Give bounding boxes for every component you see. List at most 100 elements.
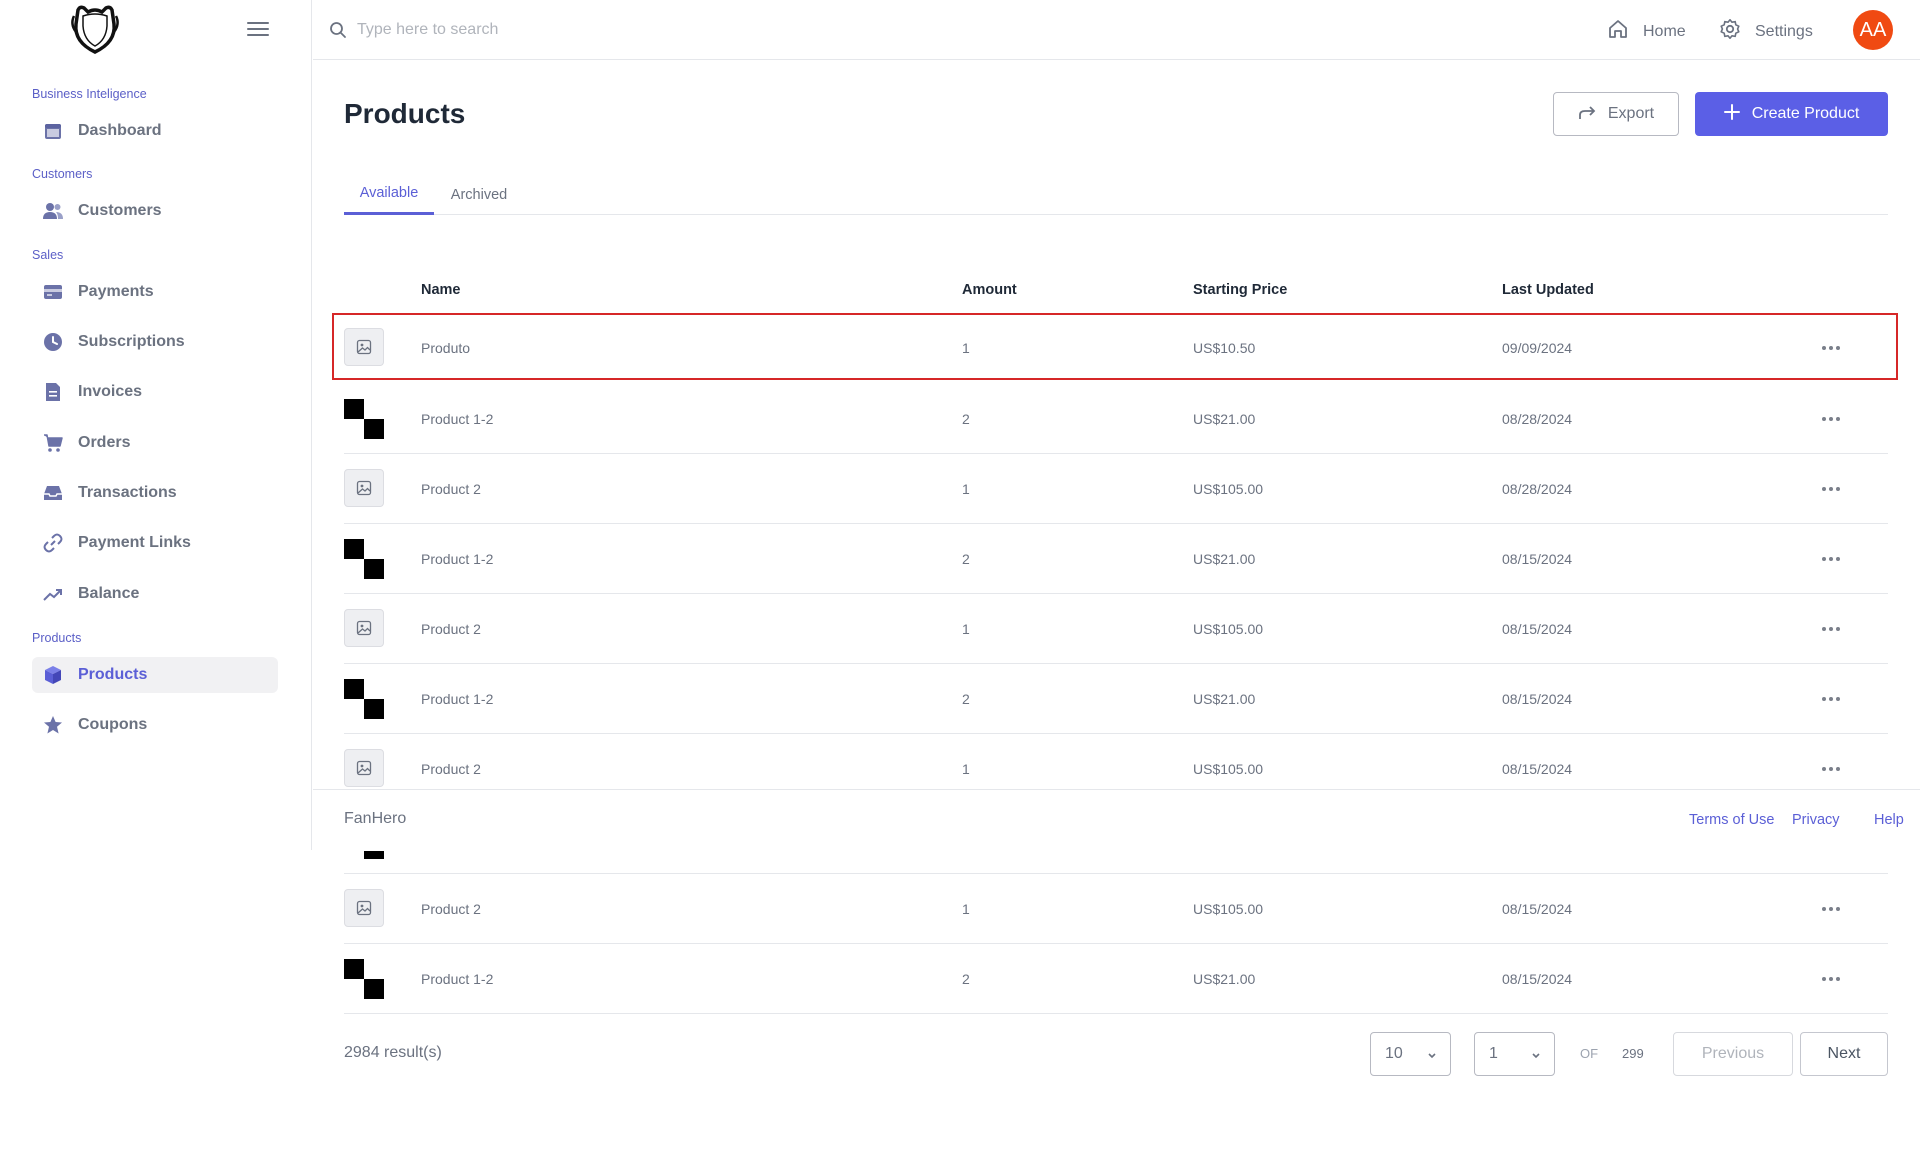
product-name: Product 1-2 [421,411,494,427]
product-amount: 2 [962,551,970,567]
sidebar-item-transactions[interactable]: Transactions [32,475,278,511]
section-label-bi: Business Inteligence [32,87,147,101]
table-row[interactable]: Product 1-2 2 US$21.00 08/28/2024 [344,384,1888,454]
product-amount: 2 [962,691,970,707]
product-name: Product 1-2 [421,551,494,567]
export-button[interactable]: Export [1553,92,1679,136]
product-price: US$105.00 [1193,481,1264,497]
chevron-down-icon [1426,1048,1438,1066]
column-header-last-updated[interactable]: Last Updated [1502,282,1594,298]
shield-logo-icon[interactable] [66,2,124,56]
create-product-label: Create Product [1751,105,1860,122]
sidebar-item-subscriptions[interactable]: Subscriptions [32,324,278,360]
inbox-icon [42,482,64,504]
column-header-amount[interactable]: Amount [962,282,1017,298]
more-options-icon[interactable] [1814,898,1848,920]
privacy-link[interactable]: Privacy [1792,812,1840,828]
sidebar-item-label: Subscriptions [78,333,185,350]
product-updated: 08/15/2024 [1502,901,1573,917]
more-options-icon[interactable] [1814,478,1848,500]
search-input[interactable] [357,17,857,43]
sidebar-item-label: Invoices [78,383,143,400]
product-thumbnail [344,679,384,719]
table-row[interactable]: Product 1-2 2 US$21.00 08/15/2024 [344,524,1888,594]
column-header-name[interactable]: Name [421,282,461,298]
page-size-select[interactable]: 10 [1370,1032,1451,1076]
search-icon [329,21,347,39]
menu-toggle-icon[interactable] [244,18,272,42]
sidebar-item-balance[interactable]: Balance [32,576,278,612]
product-updated: 08/28/2024 [1502,411,1573,427]
column-header-starting-price[interactable]: Starting Price [1193,282,1287,298]
table-row[interactable]: Product 1-2 2 US$21.00 08/15/2024 [344,944,1888,1014]
sidebar-item-label: Payment Links [78,534,191,551]
product-amount: 1 [962,340,970,356]
table-row[interactable]: Product 1-2 2 US$21.00 08/15/2024 [344,664,1888,734]
sidebar: Business Inteligence Dashboard Customers… [0,0,312,850]
product-updated: 09/09/2024 [1502,340,1573,356]
page-size-value: 10 [1385,1045,1403,1062]
sidebar-item-label: Dashboard [78,122,162,139]
product-amount: 2 [962,411,970,427]
product-price: US$21.00 [1193,691,1256,707]
table-row[interactable]: Produto 1 US$10.50 09/09/2024 [344,313,1888,383]
sidebar-item-products[interactable]: Products [32,657,278,693]
image-placeholder-icon [344,469,384,507]
avatar[interactable]: AA [1853,10,1893,50]
more-options-icon[interactable] [1814,337,1848,359]
share-arrow-icon [1578,104,1596,125]
sidebar-item-label: Transactions [78,484,177,501]
more-options-icon[interactable] [1814,618,1848,640]
image-placeholder-icon [344,609,384,647]
table-row[interactable]: Product 2 1 US$105.00 08/28/2024 [344,454,1888,524]
tab-bar: Available Archived [344,174,1888,215]
more-options-icon[interactable] [1814,968,1848,990]
previous-button[interactable]: Previous [1673,1032,1793,1076]
product-updated: 08/15/2024 [1502,971,1573,987]
product-thumbnail [344,959,384,999]
table-row[interactable]: Product 2 1 US$105.00 08/15/2024 [344,874,1888,944]
total-pages: 299 [1622,1046,1644,1061]
product-name: Product 1-2 [421,971,494,987]
more-options-icon[interactable] [1814,758,1848,780]
sidebar-item-customers[interactable]: Customers [32,193,278,229]
settings-label: Settings [1755,22,1813,40]
help-link[interactable]: Help [1874,812,1904,828]
more-options-icon[interactable] [1814,688,1848,710]
product-price: US$21.00 [1193,411,1256,427]
image-placeholder-icon [344,749,384,787]
product-name: Product 2 [421,481,481,497]
product-updated: 08/28/2024 [1502,481,1573,497]
tab-available[interactable]: Available [344,174,434,215]
image-placeholder-icon [344,328,384,366]
cube-icon [42,664,64,686]
footer: FanHero Terms of Use Privacy Help [313,789,1920,851]
sidebar-item-orders[interactable]: Orders [32,425,278,461]
sidebar-item-label: Payments [78,283,154,300]
product-name: Product 1-2 [421,691,494,707]
cart-icon [42,432,64,454]
tab-archived[interactable]: Archived [434,174,524,215]
more-options-icon[interactable] [1814,408,1848,430]
home-link[interactable]: Home [1607,18,1686,45]
link-icon [42,532,64,554]
footer-brand: FanHero [344,810,407,827]
sidebar-item-dashboard[interactable]: Dashboard [32,113,278,149]
sidebar-item-invoices[interactable]: Invoices [32,374,278,410]
page-title: Products [344,98,466,129]
table-row[interactable]: Product 2 1 US$105.00 08/15/2024 [344,594,1888,664]
next-button[interactable]: Next [1800,1032,1888,1076]
product-amount: 1 [962,901,970,917]
product-amount: 1 [962,621,970,637]
sidebar-item-payments[interactable]: Payments [32,274,278,310]
settings-link[interactable]: Settings [1719,18,1813,45]
sidebar-item-payment-links[interactable]: Payment Links [32,525,278,561]
top-bar: Home Settings AA [313,0,1920,60]
of-label: OF [1580,1046,1599,1061]
page-number-select[interactable]: 1 [1474,1032,1555,1076]
more-options-icon[interactable] [1814,548,1848,570]
gear-icon [1719,18,1741,45]
terms-link[interactable]: Terms of Use [1689,812,1774,828]
sidebar-item-coupons[interactable]: Coupons [32,707,278,743]
create-product-button[interactable]: Create Product [1695,92,1888,136]
